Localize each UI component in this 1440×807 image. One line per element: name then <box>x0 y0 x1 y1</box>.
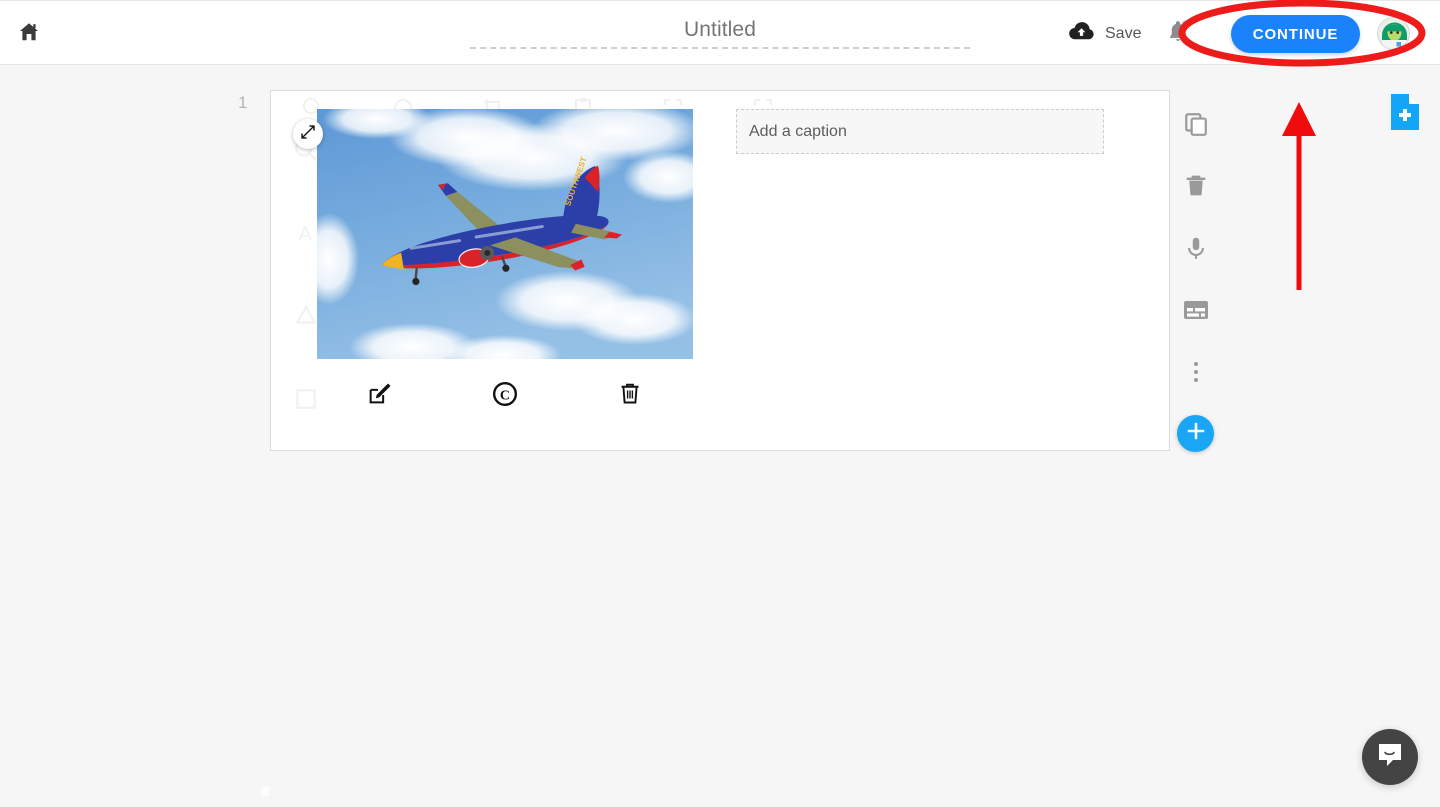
edit-image-button[interactable] <box>317 381 442 411</box>
expand-image-button[interactable] <box>293 119 323 149</box>
continue-button[interactable]: CONTINUE <box>1231 15 1360 53</box>
save-label: Save <box>1105 25 1142 42</box>
pointer-arrow <box>1282 102 1316 290</box>
title-underline <box>470 47 970 49</box>
record-audio-button[interactable] <box>1178 232 1214 268</box>
add-page-document-icon <box>1387 92 1423 137</box>
image-toolbar: C <box>317 376 693 416</box>
plus-icon <box>1186 421 1206 446</box>
add-slide-fab[interactable] <box>1177 415 1214 452</box>
home-icon <box>17 20 41 49</box>
slide-image-container[interactable]: SOUTHWEST <box>293 109 693 359</box>
pencil-square-icon <box>367 381 392 411</box>
delete-image-button[interactable] <box>567 381 692 411</box>
vertical-dots-icon <box>1193 360 1199 389</box>
app-root: Untitled Save CONTINUE 1 A SOUTHWEST C A… <box>0 0 1440 807</box>
chat-bubble-icon <box>1377 742 1403 773</box>
delete-slide-button[interactable] <box>1178 170 1214 206</box>
subtitle-card-icon <box>1183 299 1209 326</box>
cloud-upload-icon <box>1068 21 1095 47</box>
slide-action-rail <box>1178 108 1214 418</box>
microphone-icon <box>1183 235 1209 266</box>
svg-text:A: A <box>298 223 312 246</box>
trash-icon <box>1183 173 1209 204</box>
bell-notification-icon <box>1167 19 1189 48</box>
more-options-button[interactable] <box>1178 356 1214 392</box>
user-avatar[interactable] <box>1377 17 1410 50</box>
slide-notes-button[interactable] <box>1178 294 1214 330</box>
caption-input[interactable]: Add a caption <box>736 109 1104 154</box>
home-button[interactable] <box>12 17 46 51</box>
bottom-artifact-dot <box>261 787 269 796</box>
trash-icon <box>618 381 642 411</box>
chat-launcher-button[interactable] <box>1362 729 1418 785</box>
add-page-button[interactable] <box>1386 92 1424 137</box>
app-header: Untitled Save CONTINUE <box>0 0 1440 65</box>
caption-placeholder: Add a caption <box>749 122 847 140</box>
svg-text:C: C <box>499 387 509 403</box>
document-title[interactable]: Untitled <box>470 15 970 45</box>
expand-resize-icon <box>300 124 316 145</box>
copyright-button[interactable]: C <box>442 381 567 412</box>
duplicate-slide-button[interactable] <box>1178 108 1214 144</box>
slide-card: A SOUTHWEST C Add a caption <box>270 90 1170 451</box>
save-button[interactable]: Save <box>1068 19 1141 49</box>
copyright-icon: C <box>492 381 518 412</box>
slide-image[interactable]: SOUTHWEST <box>317 109 693 359</box>
slide-number: 1 <box>238 93 248 112</box>
copy-icon <box>1183 111 1209 142</box>
notifications-button[interactable] <box>1163 17 1193 49</box>
